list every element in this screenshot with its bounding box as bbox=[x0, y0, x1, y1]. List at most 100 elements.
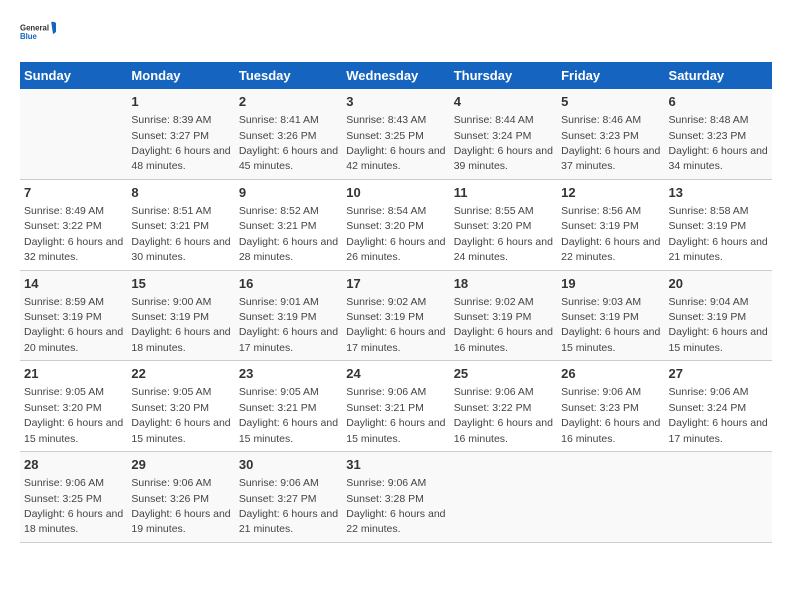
day-cell: 25Sunrise: 9:06 AMSunset: 3:22 PMDayligh… bbox=[450, 361, 557, 452]
day-number: 17 bbox=[346, 275, 445, 293]
day-number: 28 bbox=[24, 456, 123, 474]
daylight: Daylight: 6 hours and 28 minutes. bbox=[239, 236, 338, 263]
day-cell: 14Sunrise: 8:59 AMSunset: 3:19 PMDayligh… bbox=[20, 270, 127, 361]
day-number: 26 bbox=[561, 365, 660, 383]
sunrise: Sunrise: 9:06 AM bbox=[561, 386, 641, 398]
week-row-5: 28Sunrise: 9:06 AMSunset: 3:25 PMDayligh… bbox=[20, 452, 772, 543]
daylight: Daylight: 6 hours and 15 minutes. bbox=[561, 326, 660, 353]
daylight: Daylight: 6 hours and 17 minutes. bbox=[669, 417, 768, 444]
sunset: Sunset: 3:21 PM bbox=[239, 220, 317, 232]
day-cell: 27Sunrise: 9:06 AMSunset: 3:24 PMDayligh… bbox=[665, 361, 772, 452]
sunrise: Sunrise: 8:44 AM bbox=[454, 114, 534, 126]
sunset: Sunset: 3:21 PM bbox=[346, 402, 424, 414]
day-cell: 5Sunrise: 8:46 AMSunset: 3:23 PMDaylight… bbox=[557, 89, 664, 179]
daylight: Daylight: 6 hours and 42 minutes. bbox=[346, 145, 445, 172]
col-header-wednesday: Wednesday bbox=[342, 62, 449, 89]
sunset: Sunset: 3:26 PM bbox=[131, 493, 209, 505]
day-number: 30 bbox=[239, 456, 338, 474]
sunset: Sunset: 3:19 PM bbox=[454, 311, 532, 323]
calendar-table: SundayMondayTuesdayWednesdayThursdayFrid… bbox=[20, 62, 772, 543]
col-header-thursday: Thursday bbox=[450, 62, 557, 89]
sunrise: Sunrise: 9:06 AM bbox=[454, 386, 534, 398]
day-number: 31 bbox=[346, 456, 445, 474]
col-header-sunday: Sunday bbox=[20, 62, 127, 89]
day-cell: 22Sunrise: 9:05 AMSunset: 3:20 PMDayligh… bbox=[127, 361, 234, 452]
daylight: Daylight: 6 hours and 21 minutes. bbox=[669, 236, 768, 263]
header: General Blue bbox=[20, 16, 772, 52]
sunset: Sunset: 3:19 PM bbox=[669, 311, 747, 323]
sunrise: Sunrise: 8:46 AM bbox=[561, 114, 641, 126]
logo-svg: General Blue bbox=[20, 16, 56, 52]
daylight: Daylight: 6 hours and 19 minutes. bbox=[131, 508, 230, 535]
day-number: 2 bbox=[239, 93, 338, 111]
day-cell: 11Sunrise: 8:55 AMSunset: 3:20 PMDayligh… bbox=[450, 179, 557, 270]
week-row-4: 21Sunrise: 9:05 AMSunset: 3:20 PMDayligh… bbox=[20, 361, 772, 452]
sunrise: Sunrise: 9:06 AM bbox=[131, 477, 211, 489]
daylight: Daylight: 6 hours and 15 minutes. bbox=[669, 326, 768, 353]
week-row-3: 14 Sunrise: 8:59 AM Sunset: 3:19 PM Dayligh… bbox=[20, 270, 772, 361]
sunset: Sunset: 3:26 PM bbox=[239, 130, 317, 142]
sunset: Sunset: 3:19 PM bbox=[346, 311, 424, 323]
sunrise: Sunrise: 8:56 AM bbox=[561, 205, 641, 217]
daylight: Daylight: 6 hours and 32 minutes. bbox=[24, 236, 123, 263]
sunrise: Sunrise: 8:59 AM bbox=[24, 296, 104, 308]
daylight: Daylight: 6 hours and 39 minutes. bbox=[454, 145, 553, 172]
day-cell: 6Sunrise: 8:48 AMSunset: 3:23 PMDaylight… bbox=[665, 89, 772, 179]
daylight: Daylight: 6 hours and 15 minutes. bbox=[131, 417, 230, 444]
day-number: 5 bbox=[561, 93, 660, 111]
sunset: Sunset: 3:24 PM bbox=[454, 130, 532, 142]
sunrise: Sunrise: 9:05 AM bbox=[24, 386, 104, 398]
daylight: Daylight: 6 hours and 15 minutes. bbox=[239, 417, 338, 444]
sunset: Sunset: 3:20 PM bbox=[131, 402, 209, 414]
day-cell: 17 Sunrise: 9:02 AM Sunset: 3:19 PM Dayligh… bbox=[342, 270, 449, 361]
day-number: 3 bbox=[346, 93, 445, 111]
day-cell: 30Sunrise: 9:06 AMSunset: 3:27 PMDayligh… bbox=[235, 452, 342, 543]
daylight: Daylight: 6 hours and 15 minutes. bbox=[346, 417, 445, 444]
sunrise: Sunrise: 9:02 AM bbox=[346, 296, 426, 308]
day-cell: 10Sunrise: 8:54 AMSunset: 3:20 PMDayligh… bbox=[342, 179, 449, 270]
sunset: Sunset: 3:19 PM bbox=[131, 311, 209, 323]
day-cell: 1Sunrise: 8:39 AMSunset: 3:27 PMDaylight… bbox=[127, 89, 234, 179]
sunset: Sunset: 3:25 PM bbox=[346, 130, 424, 142]
day-number: 14 bbox=[24, 275, 123, 293]
sunrise: Sunrise: 9:06 AM bbox=[24, 477, 104, 489]
sunrise: Sunrise: 9:00 AM bbox=[131, 296, 211, 308]
day-number: 4 bbox=[454, 93, 553, 111]
day-number: 25 bbox=[454, 365, 553, 383]
daylight: Daylight: 6 hours and 17 minutes. bbox=[346, 326, 445, 353]
day-cell: 12Sunrise: 8:56 AMSunset: 3:19 PMDayligh… bbox=[557, 179, 664, 270]
sunrise: Sunrise: 8:41 AM bbox=[239, 114, 319, 126]
day-cell: 13Sunrise: 8:58 AMSunset: 3:19 PMDayligh… bbox=[665, 179, 772, 270]
sunrise: Sunrise: 8:43 AM bbox=[346, 114, 426, 126]
daylight: Daylight: 6 hours and 22 minutes. bbox=[561, 236, 660, 263]
daylight: Daylight: 6 hours and 16 minutes. bbox=[561, 417, 660, 444]
sunrise: Sunrise: 9:05 AM bbox=[239, 386, 319, 398]
sunset: Sunset: 3:23 PM bbox=[561, 402, 639, 414]
day-cell: 26 Sunrise: 9:06 AM Sunset: 3:23 PM Dayligh… bbox=[557, 361, 664, 452]
daylight: Daylight: 6 hours and 18 minutes. bbox=[24, 508, 123, 535]
col-header-friday: Friday bbox=[557, 62, 664, 89]
daylight: Daylight: 6 hours and 30 minutes. bbox=[131, 236, 230, 263]
day-cell: 29Sunrise: 9:06 AMSunset: 3:26 PMDayligh… bbox=[127, 452, 234, 543]
day-number: 10 bbox=[346, 184, 445, 202]
sunset: Sunset: 3:20 PM bbox=[346, 220, 424, 232]
svg-text:Blue: Blue bbox=[20, 32, 38, 41]
sunset: Sunset: 3:24 PM bbox=[669, 402, 747, 414]
sunrise: Sunrise: 9:06 AM bbox=[346, 386, 426, 398]
day-number: 15 bbox=[131, 275, 230, 293]
daylight: Daylight: 6 hours and 34 minutes. bbox=[669, 145, 768, 172]
day-number: 1 bbox=[131, 93, 230, 111]
sunrise: Sunrise: 8:55 AM bbox=[454, 205, 534, 217]
day-cell: 15Sunrise: 9:00 AMSunset: 3:19 PMDayligh… bbox=[127, 270, 234, 361]
sunset: Sunset: 3:21 PM bbox=[131, 220, 209, 232]
daylight: Daylight: 6 hours and 48 minutes. bbox=[131, 145, 230, 172]
sunset: Sunset: 3:19 PM bbox=[561, 220, 639, 232]
day-number: 23 bbox=[239, 365, 338, 383]
daylight: Daylight: 6 hours and 22 minutes. bbox=[346, 508, 445, 535]
day-number: 24 bbox=[346, 365, 445, 383]
sunset: Sunset: 3:28 PM bbox=[346, 493, 424, 505]
day-number: 9 bbox=[239, 184, 338, 202]
day-number: 7 bbox=[24, 184, 123, 202]
sunset: Sunset: 3:22 PM bbox=[454, 402, 532, 414]
day-number: 19 bbox=[561, 275, 660, 293]
